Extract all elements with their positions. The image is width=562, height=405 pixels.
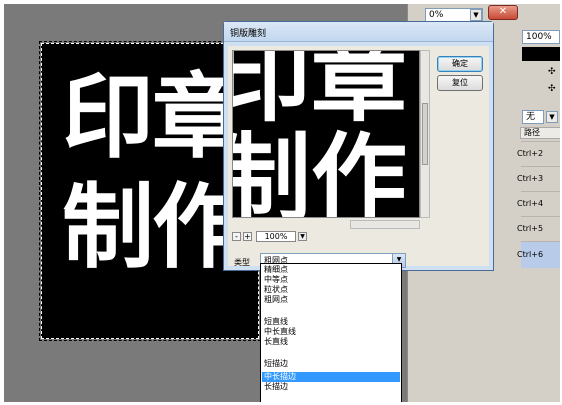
opacity-value: 0% xyxy=(429,10,444,20)
preview-text-bottom: 制作 xyxy=(232,122,407,218)
option-medium-lines[interactable]: 中长直线 xyxy=(262,327,400,337)
option-long-strokes[interactable]: 长描边 xyxy=(262,382,400,392)
option-coarse-dots[interactable]: 粗网点 xyxy=(262,295,400,305)
shortcut-ctrl3: Ctrl+3 xyxy=(517,174,544,183)
type-label: 类型 xyxy=(234,258,250,267)
fill-value: 100% xyxy=(526,32,552,42)
type-dropdown-list: 精细点 中等点 粒状点 粗网点 短直线 中长直线 长直线 短描边 中长描边 长描… xyxy=(260,263,402,402)
zoom-out-label: - xyxy=(235,232,238,241)
shortcut-ctrl2: Ctrl+2 xyxy=(517,149,544,158)
dialog-body: 印章 制作 - + 100% ▼ 确定 复位 类型 粗网点 ▼ xyxy=(228,46,489,268)
zoom-dropdown-icon[interactable]: ▼ xyxy=(298,232,307,241)
zoom-out-button[interactable]: - xyxy=(232,232,241,241)
zoom-in-button[interactable]: + xyxy=(243,232,252,241)
canvas-text-bottom: 制作 xyxy=(62,173,244,281)
tool-option-dropdown-icon[interactable]: ▼ xyxy=(546,111,558,123)
preview-text-top: 印章 xyxy=(232,50,407,135)
shortcut-ctrl4: Ctrl+4 xyxy=(517,199,544,208)
zoom-in-label: + xyxy=(244,232,251,241)
tab-paths-label: 路径 xyxy=(524,128,540,137)
workspace: 印章 制作 0% ▼ ✕ 100% ✣ ✣ 无 ▼ 路径 Ctrl+2 Ctrl… xyxy=(4,4,560,402)
fill-field[interactable]: 100% xyxy=(522,30,560,44)
zoom-field[interactable]: 100% xyxy=(256,231,296,242)
shortcut-ctrl5: Ctrl+5 xyxy=(517,224,544,233)
preview-vertical-scrollbar[interactable] xyxy=(420,50,430,218)
option-long-lines[interactable]: 长直线 xyxy=(262,337,400,347)
tool-option-field[interactable]: 无 xyxy=(522,110,544,124)
filter-preview[interactable]: 印章 制作 xyxy=(232,50,420,218)
canvas-text-top: 印章 xyxy=(62,63,244,171)
preview-vertical-thumb[interactable] xyxy=(422,103,428,165)
tool-option-label: 无 xyxy=(526,112,536,122)
opacity-dropdown-icon[interactable]: ▼ xyxy=(470,9,482,21)
option-medium-strokes[interactable]: 中长描边 xyxy=(262,372,400,382)
preview-horizontal-scrollbar[interactable] xyxy=(350,220,420,229)
dialog-titlebar[interactable]: 铜版雕刻 xyxy=(224,22,493,42)
option-fine-dots[interactable]: 精细点 xyxy=(262,265,400,275)
option-grainy-dots[interactable]: 粒状点 xyxy=(262,285,400,295)
tab-paths[interactable]: 路径 xyxy=(520,127,560,139)
color-swatch[interactable] xyxy=(522,47,560,61)
option-short-strokes[interactable]: 短描边 xyxy=(262,359,400,369)
dialog-title: 铜版雕刻 xyxy=(230,29,267,39)
shortcut-ctrl6: Ctrl+6 xyxy=(517,250,544,259)
zoom-value: 100% xyxy=(264,232,288,241)
option-short-lines[interactable]: 短直线 xyxy=(262,317,400,327)
move-icon[interactable]: ✣ xyxy=(548,67,556,77)
move-icon-2[interactable]: ✣ xyxy=(548,84,556,94)
option-medium-dots[interactable]: 中等点 xyxy=(262,275,400,285)
ok-button[interactable]: 确定 xyxy=(437,56,483,72)
app-close-button[interactable]: ✕ xyxy=(488,5,518,20)
mezzotint-dialog: 铜版雕刻 印章 制作 - + 100% ▼ 确定 复位 类型 粗网点 ▼ xyxy=(223,21,494,271)
reset-button[interactable]: 复位 xyxy=(437,75,483,91)
